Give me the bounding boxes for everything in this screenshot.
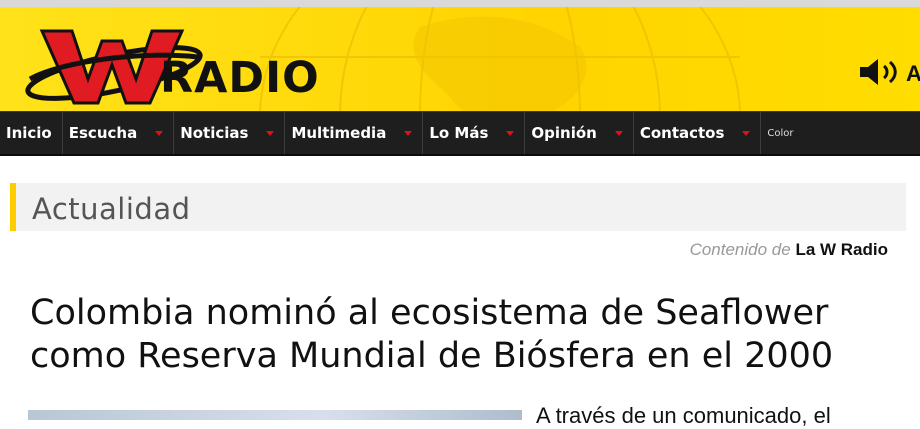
nav-label: Escucha bbox=[68, 124, 138, 142]
dropdown-caret-icon bbox=[742, 130, 751, 136]
article-headline: Colombia nominó al ecosistema de Seaflow… bbox=[30, 292, 890, 378]
nav-label: Lo Más bbox=[429, 124, 489, 142]
nav-item-lo-mas[interactable]: Lo Más bbox=[423, 112, 526, 154]
headline-line-2: como Reserva Mundial de Biósfera en el 2… bbox=[30, 336, 834, 376]
dropdown-caret-icon bbox=[155, 130, 164, 136]
nav-label: Multimedia bbox=[291, 124, 387, 142]
dropdown-caret-icon bbox=[404, 130, 413, 136]
credit-prefix: Contenido de bbox=[689, 240, 791, 259]
top-rule bbox=[0, 0, 920, 7]
nav-label: Noticias bbox=[180, 124, 249, 142]
article-lead-text: A través de un comunicado, el bbox=[536, 403, 831, 428]
site-header: RADIO A bbox=[0, 7, 920, 111]
article-image[interactable] bbox=[28, 410, 522, 420]
nav-label: Contactos bbox=[639, 124, 725, 142]
nav-label: Opinión bbox=[531, 124, 597, 142]
nav-item-noticias[interactable]: Noticias bbox=[174, 112, 286, 154]
logo-word: RADIO bbox=[160, 53, 320, 103]
nav-item-inicio[interactable]: Inicio bbox=[0, 112, 63, 154]
headline-line-1: Colombia nominó al ecosistema de Seaflow… bbox=[30, 293, 829, 333]
nav-item-color[interactable]: Color bbox=[761, 112, 803, 154]
section-title: Actualidad bbox=[32, 192, 191, 226]
dropdown-caret-icon bbox=[614, 130, 623, 136]
nav-item-multimedia[interactable]: Multimedia bbox=[285, 112, 424, 154]
dropdown-caret-icon bbox=[506, 130, 515, 136]
nav-item-contactos[interactable]: Contactos bbox=[634, 112, 762, 154]
header-cut-text: A bbox=[906, 61, 920, 86]
nav-item-opinion[interactable]: Opinión bbox=[525, 112, 634, 154]
speaker-icon[interactable] bbox=[858, 57, 908, 87]
content-credit: Contenido de La W Radio bbox=[690, 240, 888, 260]
main-navigation: Inicio Escucha Noticias Multimedia Lo Má… bbox=[0, 111, 920, 156]
nav-item-escucha[interactable]: Escucha bbox=[63, 112, 175, 154]
dropdown-caret-icon bbox=[266, 130, 275, 136]
credit-brand-link[interactable]: La W Radio bbox=[795, 240, 888, 259]
nav-label: Color bbox=[767, 127, 794, 139]
nav-label: Inicio bbox=[6, 124, 52, 142]
